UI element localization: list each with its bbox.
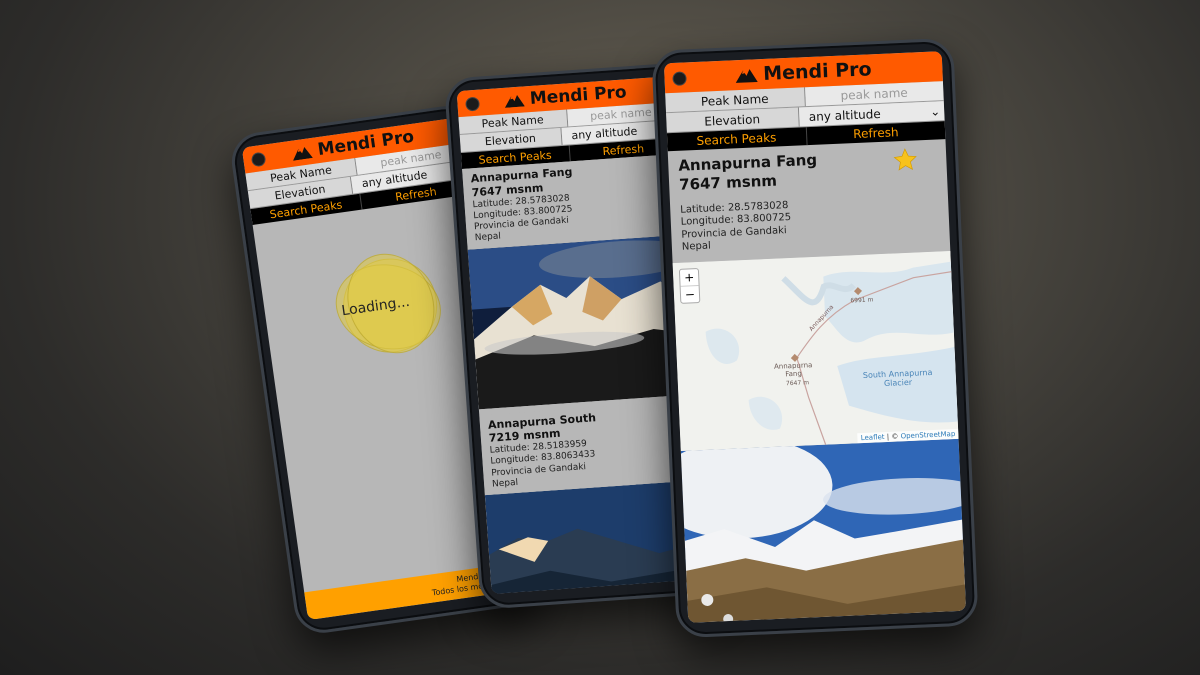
mountain-icon (504, 94, 525, 108)
peak-photo (680, 438, 967, 623)
peak-photo-image (680, 438, 967, 623)
app-logo: Mendi Pro (503, 82, 627, 111)
peak-map[interactable]: + − Annapurna Annapurna Fang 7647 m 6991… (672, 250, 959, 451)
zoom-in-button[interactable]: + (680, 269, 699, 286)
map-label-other-elev: 6991 m (850, 295, 874, 304)
brand-title: Mendi Pro (762, 58, 873, 85)
phone-detail: Mendi Pro Peak Name peak name Elevation … (651, 37, 979, 639)
camera-dot-icon (672, 71, 687, 86)
map-label-peak-elev: 7647 m (785, 378, 810, 387)
camera-dot-icon (250, 151, 267, 168)
leaflet-link[interactable]: Leaflet (861, 433, 885, 442)
elevation-select-value: any altitude (571, 124, 638, 143)
peak-card[interactable]: Annapurna Fang 7647 msnm Latitude: 28.57… (462, 153, 684, 250)
map-label-glacier: South Annapurna Glacier (862, 367, 933, 389)
peak-detail-card: Annapurna Fang 7647 msnm Latitude: 28.57… (668, 139, 951, 263)
attribution-separator: | © (884, 431, 901, 441)
star-icon[interactable] (892, 146, 919, 173)
map-tiles (672, 250, 959, 451)
app-logo: Mendi Pro (735, 58, 872, 86)
screen-detail: Mendi Pro Peak Name peak name Elevation … (663, 51, 967, 623)
mountain-icon (735, 69, 758, 83)
map-label-peak: Annapurna Fang (773, 360, 813, 378)
elevation-select-value: any altitude (808, 106, 881, 124)
map-zoom-control: + − (678, 267, 701, 304)
camera-dot-icon (465, 96, 481, 112)
brand-title: Mendi Pro (529, 82, 628, 110)
zoom-out-button[interactable]: − (680, 284, 700, 303)
mountain-icon (293, 147, 313, 161)
chevron-down-icon: ⌄ (929, 103, 941, 119)
